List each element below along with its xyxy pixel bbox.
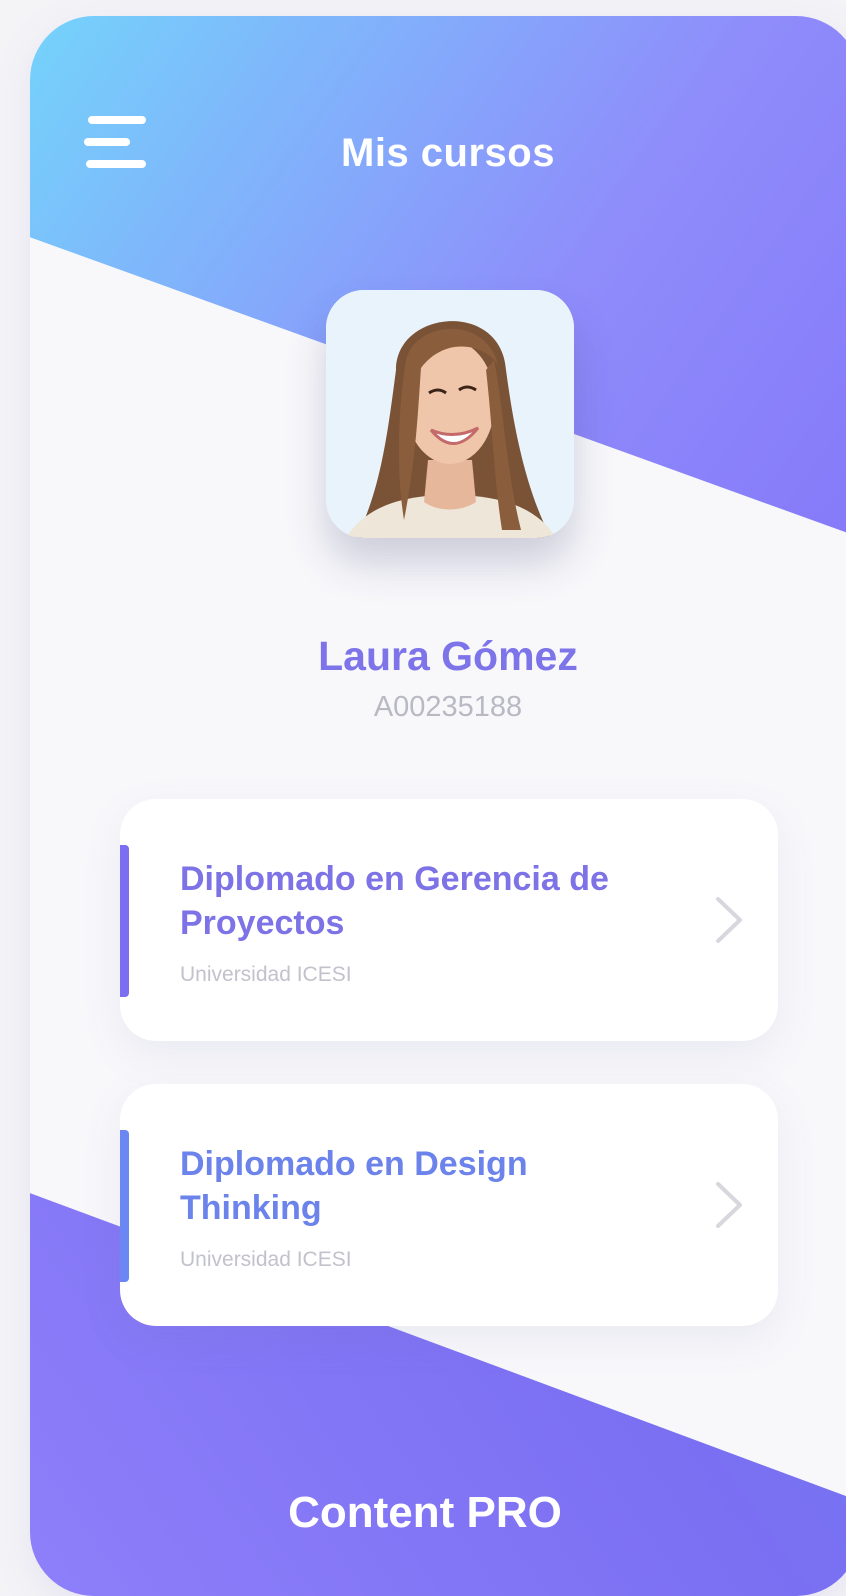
course-accent-bar bbox=[120, 1130, 129, 1282]
course-accent-bar bbox=[120, 845, 129, 997]
course-card[interactable]: Diplomado en Design Thinking Universidad… bbox=[120, 1084, 778, 1326]
user-name: Laura Gómez bbox=[318, 633, 578, 679]
page-title: Mis cursos bbox=[341, 131, 555, 175]
menu-line bbox=[88, 116, 146, 124]
course-title: Diplomado en Design Thinking bbox=[180, 1145, 528, 1227]
user-avatar bbox=[326, 290, 574, 538]
user-avatar-photo bbox=[326, 290, 574, 538]
course-institution: Universidad ICESI bbox=[180, 1248, 352, 1271]
course-card[interactable]: Diplomado en Gerencia de Proyectos Unive… bbox=[120, 799, 778, 1041]
course-institution: Universidad ICESI bbox=[180, 963, 352, 986]
user-id: A00235188 bbox=[373, 691, 523, 723]
app-screen: Mis cursos Laura Gómez A00235188 Diploma… bbox=[30, 16, 846, 1596]
course-title: Diplomado en Gerencia de Proyectos bbox=[180, 860, 609, 942]
footer-brand-text: Content PRO bbox=[288, 1488, 562, 1537]
chevron-right-icon[interactable] bbox=[714, 1180, 744, 1230]
chevron-right-icon[interactable] bbox=[714, 895, 744, 945]
